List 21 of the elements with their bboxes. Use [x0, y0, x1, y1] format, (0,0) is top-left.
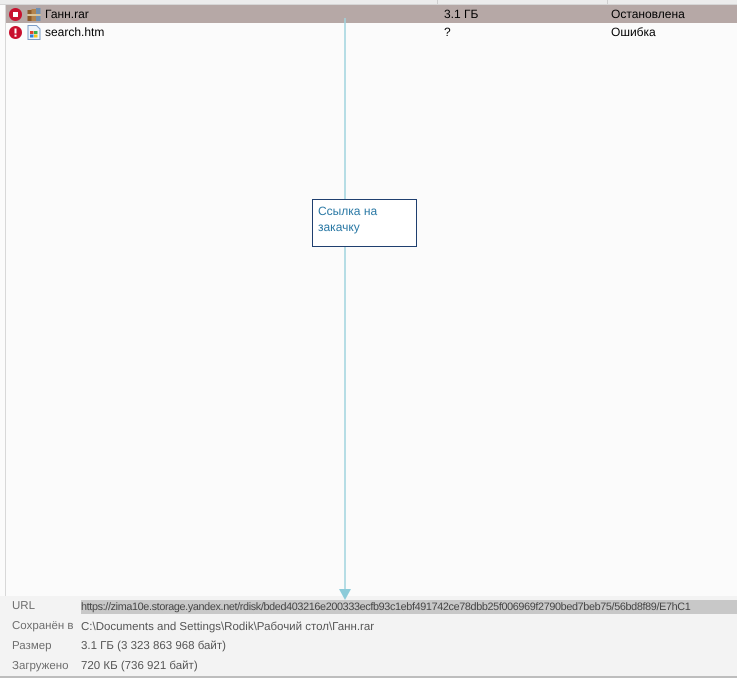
- file-name: search.htm: [45, 24, 106, 41]
- download-row[interactable]: search.htm ? Ошибка: [6, 23, 737, 41]
- file-size: ?: [444, 24, 452, 41]
- archive-icon: [27, 6, 41, 22]
- field-label: Загружено: [11, 658, 70, 674]
- download-status: Ошибка: [611, 24, 656, 41]
- field-value: 720 КБ (736 921 байт): [81, 659, 198, 674]
- field-label: URL: [11, 599, 36, 614]
- error-icon: [9, 26, 22, 38]
- file-name: Ганн.rar: [45, 6, 90, 23]
- web-page-icon: [27, 24, 41, 40]
- field-value: 3.1 ГБ (3 323 863 968 байт): [81, 639, 226, 654]
- file-size: 3.1 ГБ: [444, 6, 480, 23]
- field-label: Сохранён в: [11, 619, 75, 634]
- download-status: Остановлена: [611, 6, 685, 23]
- callout-note: Ссылка на закачку: [312, 199, 417, 247]
- field-value: C:\Documents and Settings\Rodik\Рабочий стол\Ганн.rar: [81, 620, 374, 634]
- stop-icon: [9, 8, 22, 20]
- field-label: Размер: [11, 638, 53, 654]
- field-value: https://zima10e.storage.yandex.net/rdisk/bded403216e200333ecfb93c1ebf491742ce78dbb25f006969f2790bed7beb75/56bd8f89/E7hC1: [81, 600, 737, 614]
- download-row[interactable]: Ганн.rar 3.1 ГБ Остановлена: [6, 5, 737, 23]
